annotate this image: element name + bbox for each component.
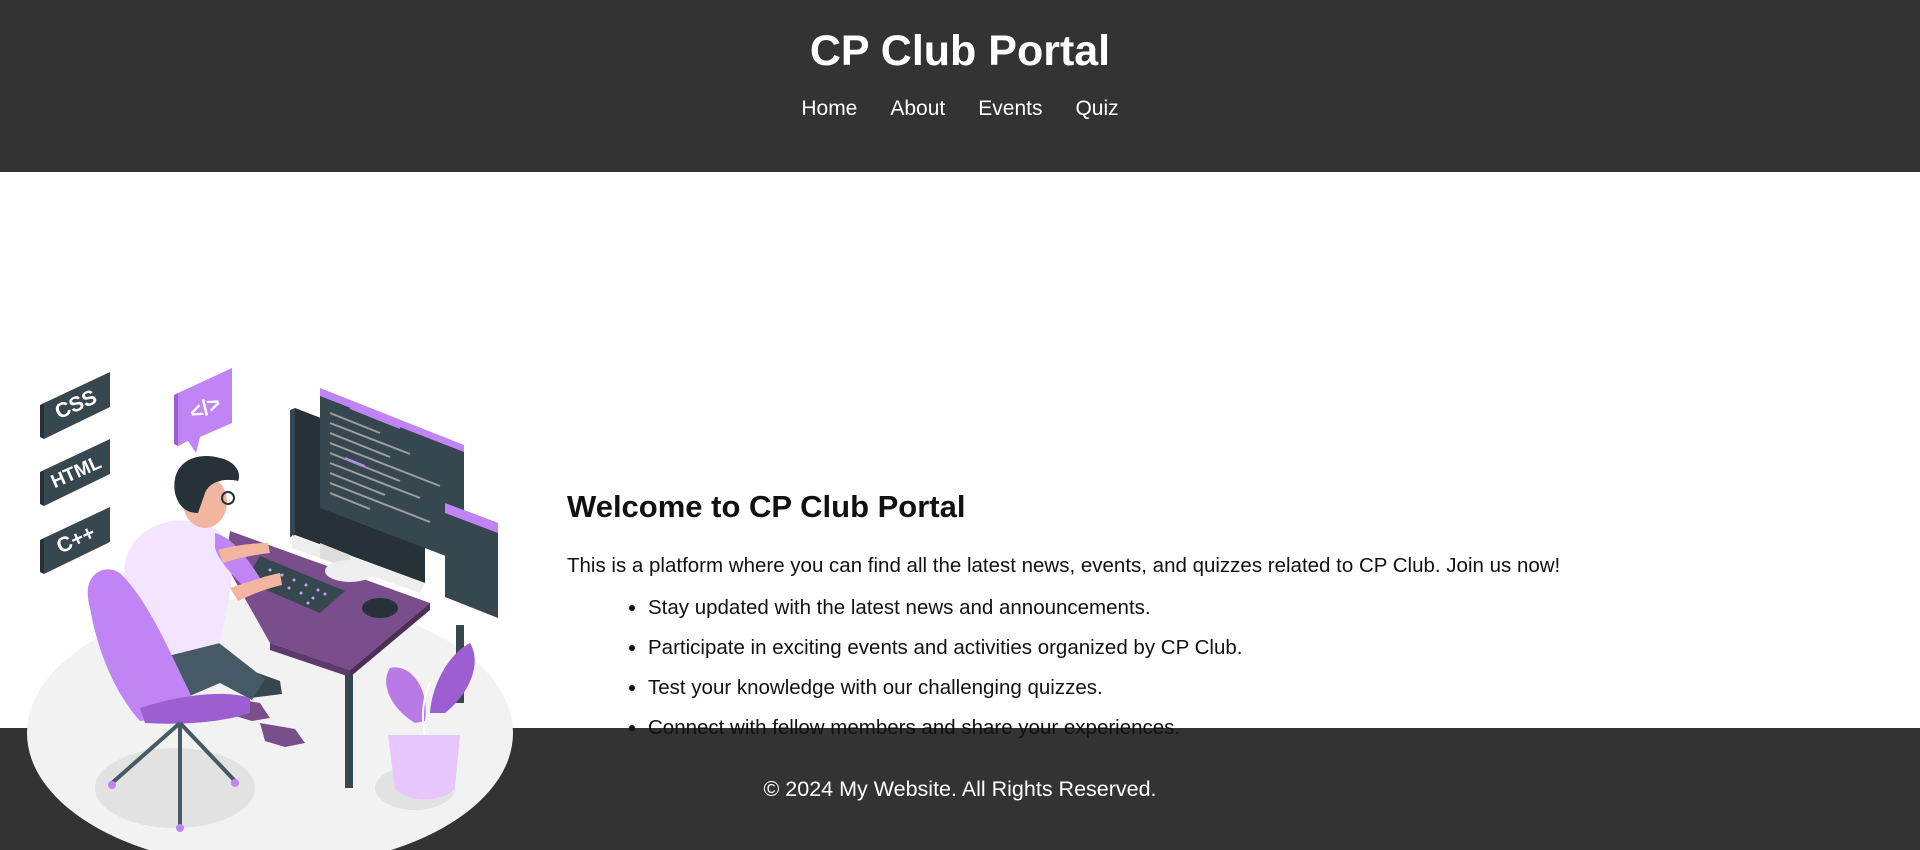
css-badge: CSS: [40, 372, 110, 439]
desk-leg: [345, 675, 353, 788]
mouse: [362, 598, 398, 618]
nav-link-home[interactable]: Home: [801, 96, 857, 122]
list-item: Test your knowledge with our challenging…: [648, 676, 1867, 700]
list-item: Stay updated with the latest news and an…: [648, 596, 1867, 620]
hero-section: CSS HTML C++ </> Welcome to CP Club Port…: [0, 172, 1920, 850]
list-item: Connect with fellow members and share yo…: [648, 716, 1867, 740]
hero-title: Welcome to CP Club Portal: [567, 489, 966, 524]
cpp-badge: C++: [40, 507, 110, 574]
footer-copyright: © 2024 My Website. All Rights Reserved.: [763, 776, 1157, 801]
chair-shadow: [95, 748, 255, 828]
site-header: CP Club Portal Home About Events Quiz: [0, 0, 1920, 172]
feature-list: Stay updated with the latest news and an…: [567, 596, 1867, 740]
code-bubble-icon: </>: [174, 368, 232, 453]
nav-link-about[interactable]: About: [890, 96, 945, 122]
list-item: Participate in exciting events and activ…: [648, 636, 1867, 660]
hero-content: Welcome to CP Club Portal This is a plat…: [567, 487, 1867, 756]
site-title: CP Club Portal: [809, 27, 1111, 75]
html-badge: HTML: [40, 439, 110, 506]
nav-link-events[interactable]: Events: [978, 96, 1042, 122]
main-nav: Home About Events Quiz: [801, 96, 1118, 122]
nav-link-quiz[interactable]: Quiz: [1075, 96, 1118, 122]
developer-illustration: CSS HTML C++ </>: [27, 368, 513, 850]
hero-description: This is a platform where you can find al…: [567, 554, 1561, 577]
